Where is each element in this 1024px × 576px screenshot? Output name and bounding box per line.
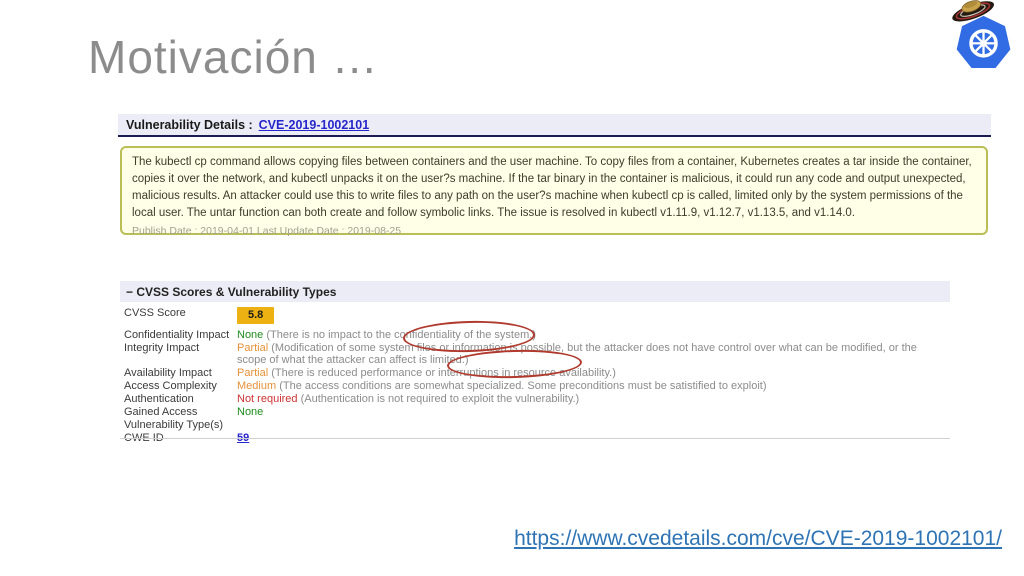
cvss-row-desc: (Modification of some system files or in… [237, 341, 917, 367]
cvss-row-desc: (The access conditions are somewhat spec… [279, 380, 767, 392]
kubernetes-helm-icon [952, 0, 1012, 70]
vulnerability-description-box: The kubectl cp command allows copying fi… [120, 146, 988, 237]
cvss-table-row: Confidentiality Impact None (There is no… [124, 329, 946, 342]
cvss-section-header[interactable]: − CVSS Scores & Vulnerability Types [120, 281, 950, 302]
kubernetes-logo [942, 0, 1022, 76]
cvss-row-content: None (There is no impact to the confiden… [237, 329, 946, 342]
cvss-row-value: None [237, 328, 264, 341]
vulnerability-details-label: Vulnerability Details : [126, 117, 253, 132]
cvss-table-row: Access Complexity Medium (The access con… [124, 380, 946, 393]
cvss-row-content: Partial (There is reduced performance or… [237, 367, 946, 380]
cvss-section-header-label: − CVSS Scores & Vulnerability Types [126, 284, 337, 299]
slide: Motivación … Vulnerability Details: CVE… [0, 0, 1024, 576]
cvss-row-value: Partial [237, 341, 269, 354]
cvss-row-desc: (There is no impact to the confidentiali… [266, 328, 536, 341]
cvss-row-label: Gained Access [124, 406, 198, 418]
cvss-row-label: Access Complexity [124, 380, 217, 392]
cvss-row-value: None [237, 406, 264, 418]
cvss-row-value: Medium [237, 380, 277, 392]
cvss-row-label: Authentication [124, 393, 194, 405]
cvss-table-row: Vulnerability Type(s) [124, 419, 946, 432]
cvss-table-row: Authentication Not required (Authenticat… [124, 393, 946, 406]
cvss-row-desc: (Authentication is not required to explo… [300, 393, 580, 405]
cve-id-link[interactable]: CVE-2019-1002101 [259, 118, 370, 132]
cvss-score-badge: 5.8 [237, 307, 275, 324]
footer-url-link[interactable]: https://www.cvedetails.com/cve/CVE-2019-… [514, 527, 1002, 551]
cvss-row-label: CVSS Score [124, 307, 186, 319]
cvss-row-content: Partial (Modification of some system fil… [237, 342, 946, 367]
cvss-row-value: Not required [237, 393, 298, 405]
cvss-row-value: Partial [237, 367, 269, 379]
cvss-row-label: Confidentiality Impact [124, 328, 230, 341]
cvss-table: CVSS Score 5.8 Confidentiality Impact No… [124, 307, 946, 445]
cvss-row-label: Integrity Impact [124, 341, 200, 354]
cvss-table-row: Gained Access None [124, 406, 946, 419]
cvss-table-row: Integrity Impact Partial (Modification o… [124, 342, 946, 367]
cvss-row-label: Availability Impact [124, 367, 212, 379]
cvss-row-desc: (There is reduced performance or interru… [271, 367, 616, 379]
cvss-row-content: Medium (The access conditions are somewh… [237, 380, 946, 393]
cvss-row-content: 5.8 [237, 307, 946, 324]
publish-date-line: Publish Date : 2019-04-01 Last Update Da… [132, 225, 402, 237]
vulnerability-description-text: The kubectl cp command allows copying fi… [132, 156, 972, 219]
cvss-row-label: Vulnerability Type(s) [124, 419, 224, 431]
cvss-row-content: Not required (Authentication is not requ… [237, 393, 946, 406]
cvss-row-content: None [237, 406, 946, 419]
table-separator [120, 438, 950, 439]
cvss-table-row: Availability Impact Partial (There is re… [124, 367, 946, 380]
cvss-table-row: CVSS Score 5.8 [124, 307, 946, 324]
slide-title: Motivación … [88, 31, 379, 83]
vulnerability-details-header: Vulnerability Details : CVE-2019-1002101 [118, 114, 991, 137]
